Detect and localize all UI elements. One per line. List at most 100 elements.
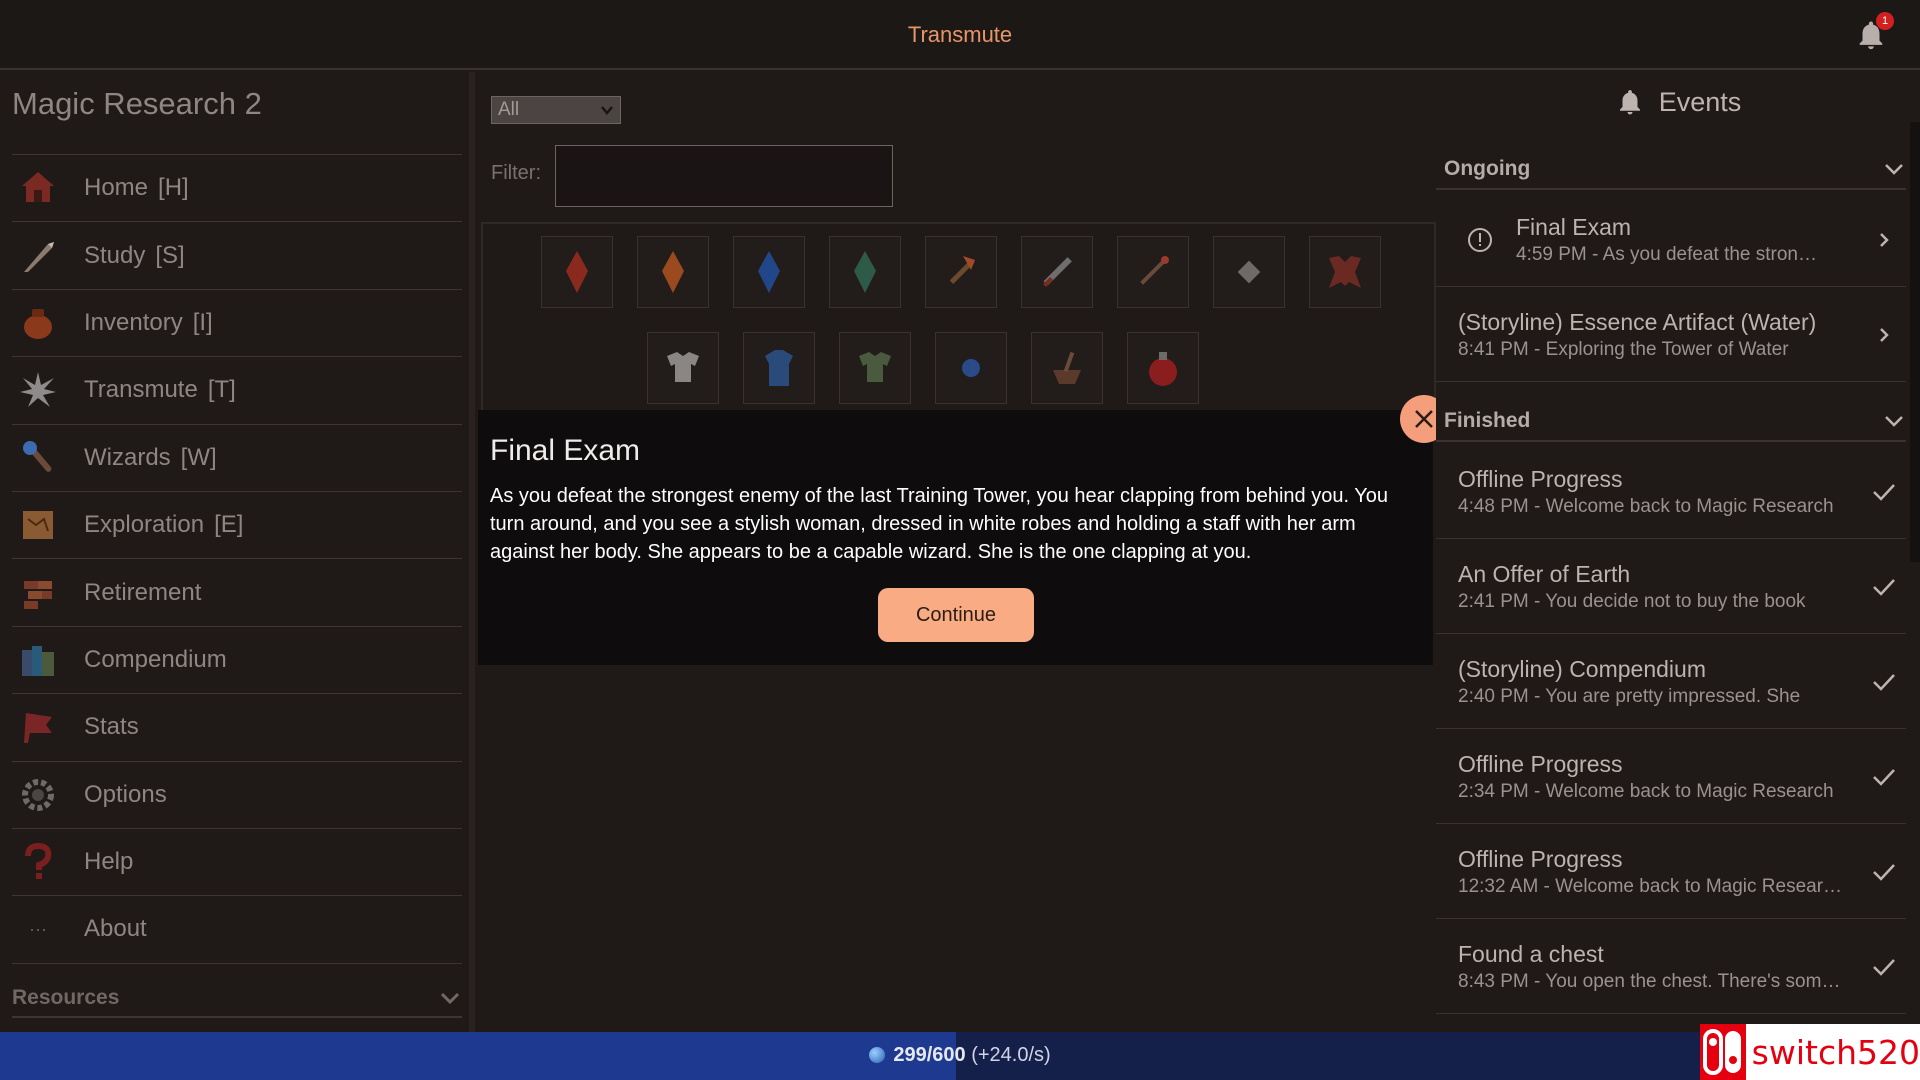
mana-rate: (+24.0/s) [971,1044,1051,1066]
burst-icon [16,368,60,412]
event-dialog: Final Exam As you defeat the strongest e… [478,410,1433,665]
dialog-body: As you defeat the strongest enemy of the… [490,485,1388,563]
event-subtitle: 8:43 PM - You open the chest. There's so… [1458,970,1843,992]
quill-icon [16,234,60,278]
sidebar-item-stats[interactable]: Stats [12,694,462,762]
events-scrollbar[interactable] [1910,122,1920,562]
resources-label: Resources [12,986,120,1009]
event-item[interactable]: An Offer of Earth 2:41 PM - You decide n… [1436,540,1906,634]
sidebar-item-label: Transmute [84,376,198,404]
event-item[interactable]: Found a chest 8:43 PM - You open the che… [1436,920,1906,1014]
books-icon [16,638,60,682]
watermark: switch520 [1700,1024,1920,1080]
item-slot[interactable] [541,236,613,308]
sidebar-item-wizards[interactable]: Wizards [W] [12,425,462,492]
flag-icon [16,705,60,749]
sidebar-item-inventory[interactable]: Inventory [I] [12,290,462,358]
gear-icon [16,773,60,817]
item-slot[interactable] [1309,236,1381,308]
app-title: Magic Research 2 [12,86,262,121]
sidebar-item-label: Stats [84,713,139,741]
finished-label: Finished [1444,409,1531,432]
item-slot[interactable] [1127,332,1199,404]
resources-section-toggle[interactable]: Resources [12,980,462,1018]
sidebar-item-options[interactable]: Options [12,762,462,829]
events-title: Events [1658,86,1742,117]
green-tunic-icon [859,352,891,382]
sidebar-item-retirement[interactable]: Retirement [12,559,462,627]
earth-crystal-icon [854,251,876,293]
category-select[interactable]: All [491,96,621,124]
chevron-down-icon [1885,416,1903,427]
scroll-icon [1237,260,1261,284]
finished-section-toggle[interactable]: Finished [1436,402,1906,442]
ongoing-section-toggle[interactable]: Ongoing [1436,150,1906,190]
item-slot[interactable] [1021,236,1093,308]
shortcut-key: [E] [214,511,244,539]
item-slot[interactable] [1117,236,1189,308]
item-slot[interactable] [743,332,815,404]
event-item[interactable]: (Storyline) Essence Artifact (Water) 8:4… [1436,288,1906,382]
map-icon [16,503,60,547]
page-title: Transmute [907,22,1013,47]
events-header: Events [1436,82,1920,122]
fire-crystal-icon [566,251,588,293]
checkmark-icon [1862,574,1906,600]
event-subtitle: 4:59 PM - As you defeat the strongest en… [1516,243,1826,265]
sidebar-item-transmute[interactable]: Transmute [T] [12,357,462,425]
event-item[interactable]: Offline Progress 2:34 PM - Welcome back … [1436,730,1906,824]
item-row [647,332,1199,404]
shortcut-key: [S] [155,241,185,269]
item-slot[interactable] [1213,236,1285,308]
sidebar-item-label: Options [84,780,167,808]
wand-icon [16,436,60,480]
sidebar-item-label: About [84,915,147,943]
bricks-icon [16,571,60,615]
event-item[interactable]: Final Exam 4:59 PM - As you defeat the s… [1436,193,1906,287]
checkmark-icon [1862,859,1906,885]
chevron-right-icon [1862,230,1906,250]
sidebar-item-label: Wizards [84,443,171,471]
event-item[interactable]: Offline Progress 12:32 AM - Welcome back… [1436,825,1906,919]
sidebar: Magic Research 2 Home [H] Study [S] Inve… [0,72,475,1032]
sword-icon [1043,257,1072,287]
category-select-value: All [498,99,520,120]
amber-crystal-icon [662,251,684,293]
item-slot[interactable] [925,236,997,308]
item-slot[interactable] [1031,332,1103,404]
continue-button[interactable]: Continue [878,588,1034,642]
event-title: An Offer of Earth [1458,560,1631,587]
shortcut-key: [I] [192,308,213,336]
bell-icon [1619,90,1640,115]
item-slot[interactable] [839,332,911,404]
event-item[interactable]: Offline Progress 4:48 PM - Welcome back … [1436,445,1906,539]
event-item[interactable]: (Storyline) Compendium 2:40 PM - You are… [1436,635,1906,729]
item-slot[interactable] [733,236,805,308]
sidebar-item-help[interactable]: Help [12,829,462,897]
event-subtitle: 4:48 PM - Welcome back to Magic Research [1458,495,1834,517]
checkmark-icon [1862,764,1906,790]
filter-input[interactable] [555,145,893,207]
item-slot[interactable] [637,236,709,308]
sidebar-item-study[interactable]: Study [S] [12,222,462,290]
event-title: (Storyline) Essence Artifact (Water) [1458,308,1817,335]
sidebar-item-about[interactable]: ··· About [12,896,462,964]
axe-icon [949,256,975,285]
sidebar-item-exploration[interactable]: Exploration [E] [12,492,462,560]
mana-bar: 299/600 (+24.0/s) [0,1032,1920,1080]
event-subtitle: 2:34 PM - Welcome back to Magic Research [1458,780,1834,802]
chevron-down-icon [601,106,613,115]
item-slot[interactable] [829,236,901,308]
sidebar-item-label: Study [84,241,146,269]
item-slot[interactable] [647,332,719,404]
item-slot[interactable] [935,332,1007,404]
event-title: Found a chest [1458,940,1604,967]
house-icon [16,166,60,210]
sidebar-item-label: Retirement [84,578,202,606]
sidebar-item-compendium[interactable]: Compendium [12,627,462,695]
chevron-down-icon [440,992,460,1005]
sidebar-item-home[interactable]: Home [H] [12,155,462,223]
mortar-icon [1053,351,1081,384]
event-title: (Storyline) Compendium [1458,655,1706,682]
top-bar: Transmute 1 [0,0,1920,70]
